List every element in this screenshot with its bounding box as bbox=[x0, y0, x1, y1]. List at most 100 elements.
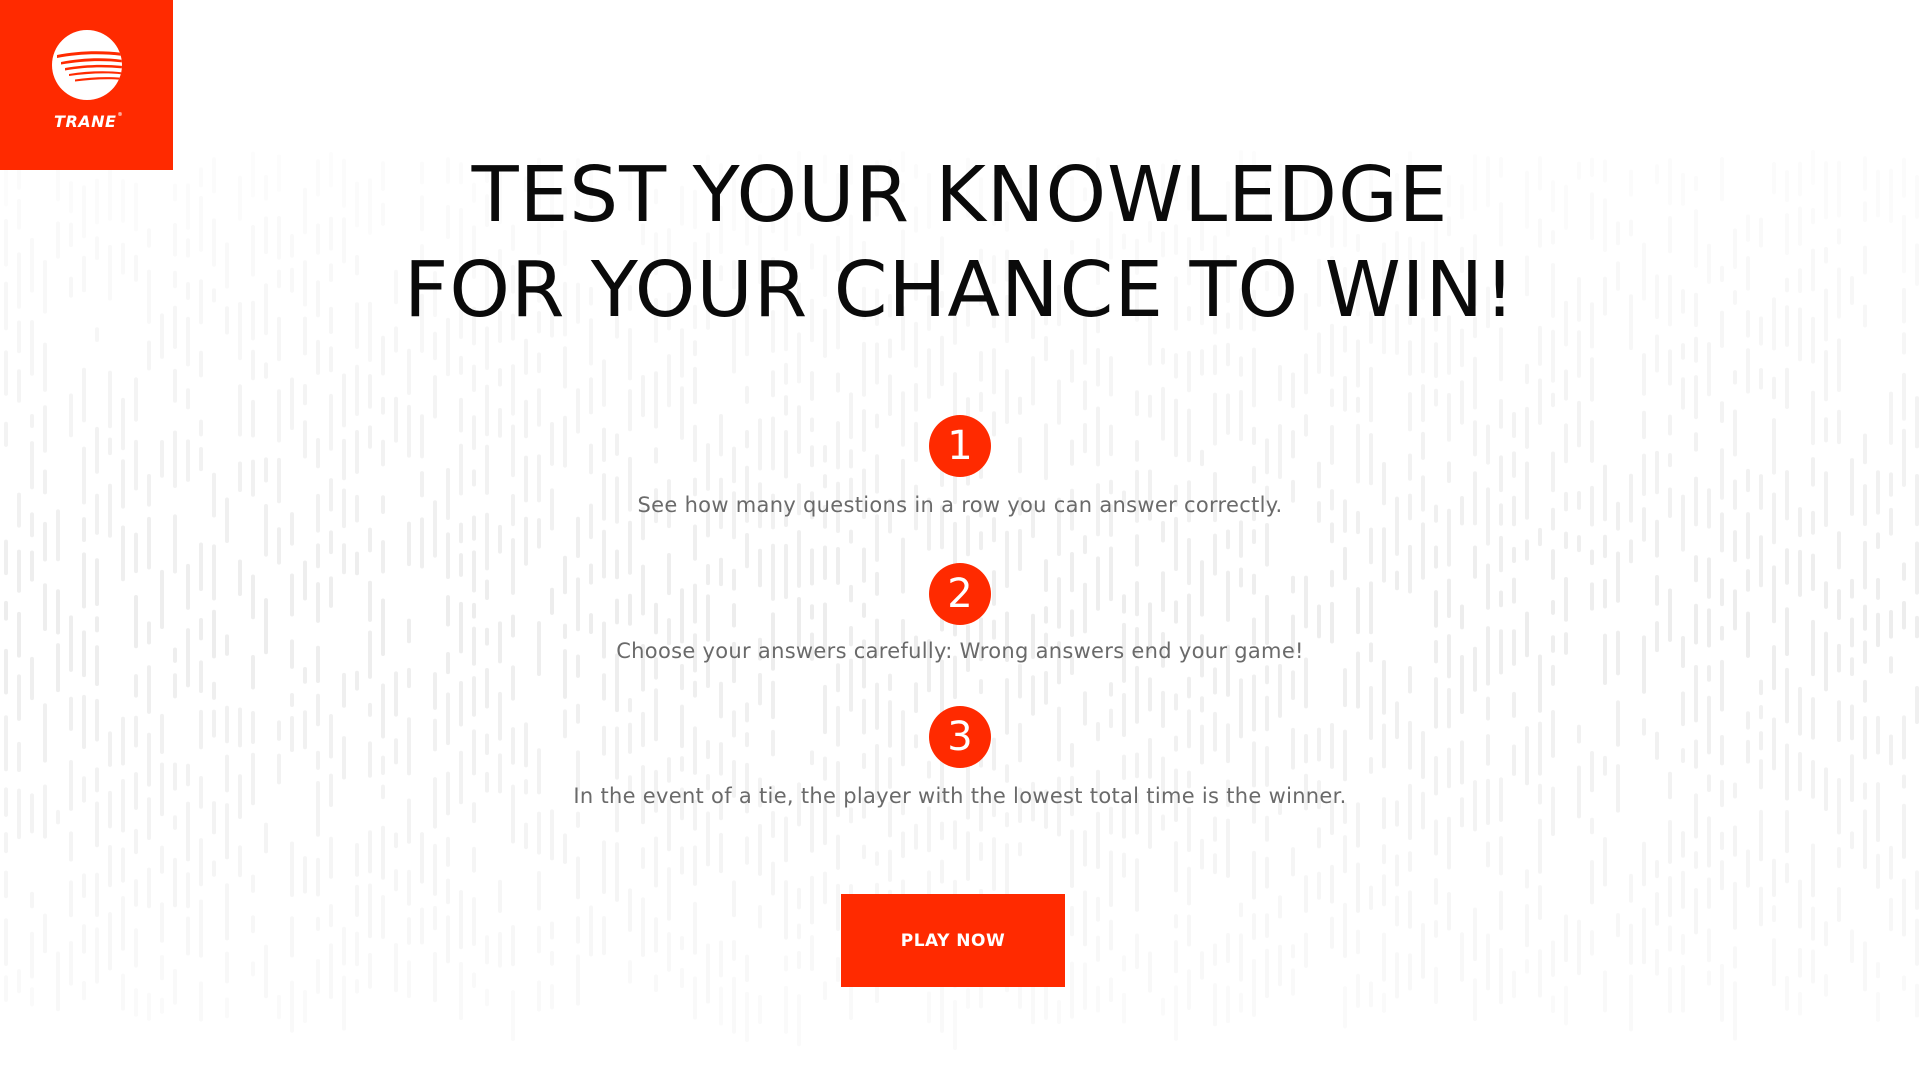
pattern-dash bbox=[1434, 920, 1438, 938]
pattern-dash bbox=[1395, 895, 1399, 927]
pattern-dash bbox=[381, 396, 385, 415]
pattern-dash bbox=[1551, 995, 1555, 1014]
pattern-dash bbox=[1018, 842, 1022, 857]
pattern-dash bbox=[537, 352, 541, 374]
pattern-dash bbox=[329, 530, 333, 555]
pattern-dash bbox=[329, 943, 333, 999]
pattern-dash bbox=[719, 681, 723, 719]
pattern-dash bbox=[277, 753, 281, 785]
pattern-dash bbox=[1915, 918, 1919, 966]
pattern-dash bbox=[30, 441, 34, 490]
pattern-dash bbox=[43, 521, 47, 562]
pattern-dash bbox=[537, 518, 541, 549]
pattern-dash bbox=[1798, 549, 1802, 597]
pattern-dash bbox=[771, 416, 775, 471]
pattern-dash bbox=[1681, 870, 1685, 909]
pattern-dash bbox=[212, 544, 216, 601]
pattern-dash bbox=[1369, 685, 1373, 741]
pattern-dash bbox=[1850, 831, 1854, 850]
pattern-dash bbox=[1720, 659, 1724, 712]
pattern-dash bbox=[1694, 664, 1698, 723]
pattern-dash bbox=[862, 547, 866, 583]
pattern-dash bbox=[1200, 560, 1204, 617]
pattern-dash bbox=[810, 604, 814, 620]
pattern-dash bbox=[1473, 907, 1477, 962]
pattern-dash bbox=[1291, 575, 1295, 594]
pattern-dash bbox=[1174, 841, 1178, 893]
pattern-dash bbox=[1044, 559, 1048, 592]
pattern-dash bbox=[446, 595, 450, 627]
pattern-dash bbox=[56, 951, 60, 1012]
pattern-dash bbox=[316, 959, 320, 994]
pattern-dash bbox=[1603, 755, 1607, 776]
pattern-dash bbox=[1187, 806, 1191, 852]
pattern-dash bbox=[1772, 938, 1776, 987]
pattern-dash bbox=[1434, 342, 1438, 379]
pattern-dash bbox=[628, 593, 632, 626]
pattern-dash bbox=[1590, 859, 1594, 905]
pattern-dash bbox=[1421, 431, 1425, 460]
pattern-dash bbox=[1577, 919, 1581, 976]
pattern-dash bbox=[329, 393, 333, 451]
pattern-dash bbox=[1148, 738, 1152, 779]
pattern-dash bbox=[173, 514, 177, 574]
pattern-dash bbox=[1304, 575, 1308, 629]
pattern-dash bbox=[173, 857, 177, 908]
pattern-dash bbox=[1382, 844, 1386, 865]
pattern-dash bbox=[108, 370, 112, 429]
pattern-dash bbox=[1525, 959, 1529, 974]
pattern-dash bbox=[797, 994, 801, 1047]
pattern-dash bbox=[1278, 664, 1282, 718]
pattern-dash bbox=[121, 716, 125, 766]
pattern-dash bbox=[30, 891, 34, 909]
pattern-dash bbox=[1707, 342, 1711, 397]
registered-mark-icon: ® bbox=[117, 112, 123, 118]
pattern-dash bbox=[316, 543, 320, 569]
pattern-dash bbox=[511, 614, 515, 638]
pattern-dash bbox=[836, 705, 840, 747]
pattern-dash bbox=[1382, 932, 1386, 982]
pattern-dash bbox=[472, 676, 476, 717]
pattern-dash bbox=[329, 836, 333, 879]
pattern-dash bbox=[147, 665, 151, 714]
pattern-dash bbox=[1525, 539, 1529, 561]
pattern-dash bbox=[1291, 847, 1295, 877]
pattern-dash bbox=[1616, 913, 1620, 938]
pattern-dash bbox=[277, 720, 281, 741]
pattern-dash bbox=[576, 703, 580, 724]
page-title: TEST YOUR KNOWLEDGE FOR YOUR CHANCE TO W… bbox=[0, 148, 1920, 338]
pattern-dash bbox=[1434, 966, 1438, 1005]
pattern-dash bbox=[1551, 664, 1555, 686]
pattern-dash bbox=[1070, 829, 1074, 888]
pattern-dash bbox=[1551, 451, 1555, 493]
pattern-dash bbox=[862, 698, 866, 735]
pattern-dash bbox=[524, 399, 528, 439]
pattern-dash bbox=[1733, 409, 1737, 457]
pattern-dash bbox=[459, 961, 463, 1021]
pattern-dash bbox=[199, 542, 203, 592]
pattern-dash bbox=[1785, 809, 1789, 854]
pattern-dash bbox=[1356, 929, 1360, 955]
pattern-dash bbox=[134, 439, 138, 491]
pattern-dash bbox=[1876, 962, 1880, 979]
pattern-dash bbox=[1083, 890, 1087, 947]
pattern-dash bbox=[927, 760, 931, 779]
pattern-dash bbox=[1889, 391, 1893, 445]
play-now-button[interactable]: PLAY NOW bbox=[841, 894, 1065, 987]
pattern-dash bbox=[1551, 940, 1555, 977]
pattern-dash bbox=[1317, 871, 1321, 900]
pattern-dash bbox=[277, 994, 281, 1020]
pattern-dash bbox=[1720, 860, 1724, 891]
pattern-dash bbox=[4, 539, 8, 576]
pattern-dash bbox=[589, 613, 593, 635]
pattern-dash bbox=[1200, 951, 1204, 980]
pattern-dash bbox=[1785, 862, 1789, 884]
pattern-dash bbox=[199, 899, 203, 958]
pattern-dash bbox=[1239, 902, 1243, 918]
pattern-dash bbox=[342, 543, 346, 575]
pattern-dash bbox=[1135, 581, 1139, 617]
pattern-dash bbox=[1135, 390, 1139, 417]
pattern-dash bbox=[745, 836, 749, 865]
pattern-dash bbox=[1902, 372, 1906, 421]
pattern-dash bbox=[1343, 668, 1347, 708]
